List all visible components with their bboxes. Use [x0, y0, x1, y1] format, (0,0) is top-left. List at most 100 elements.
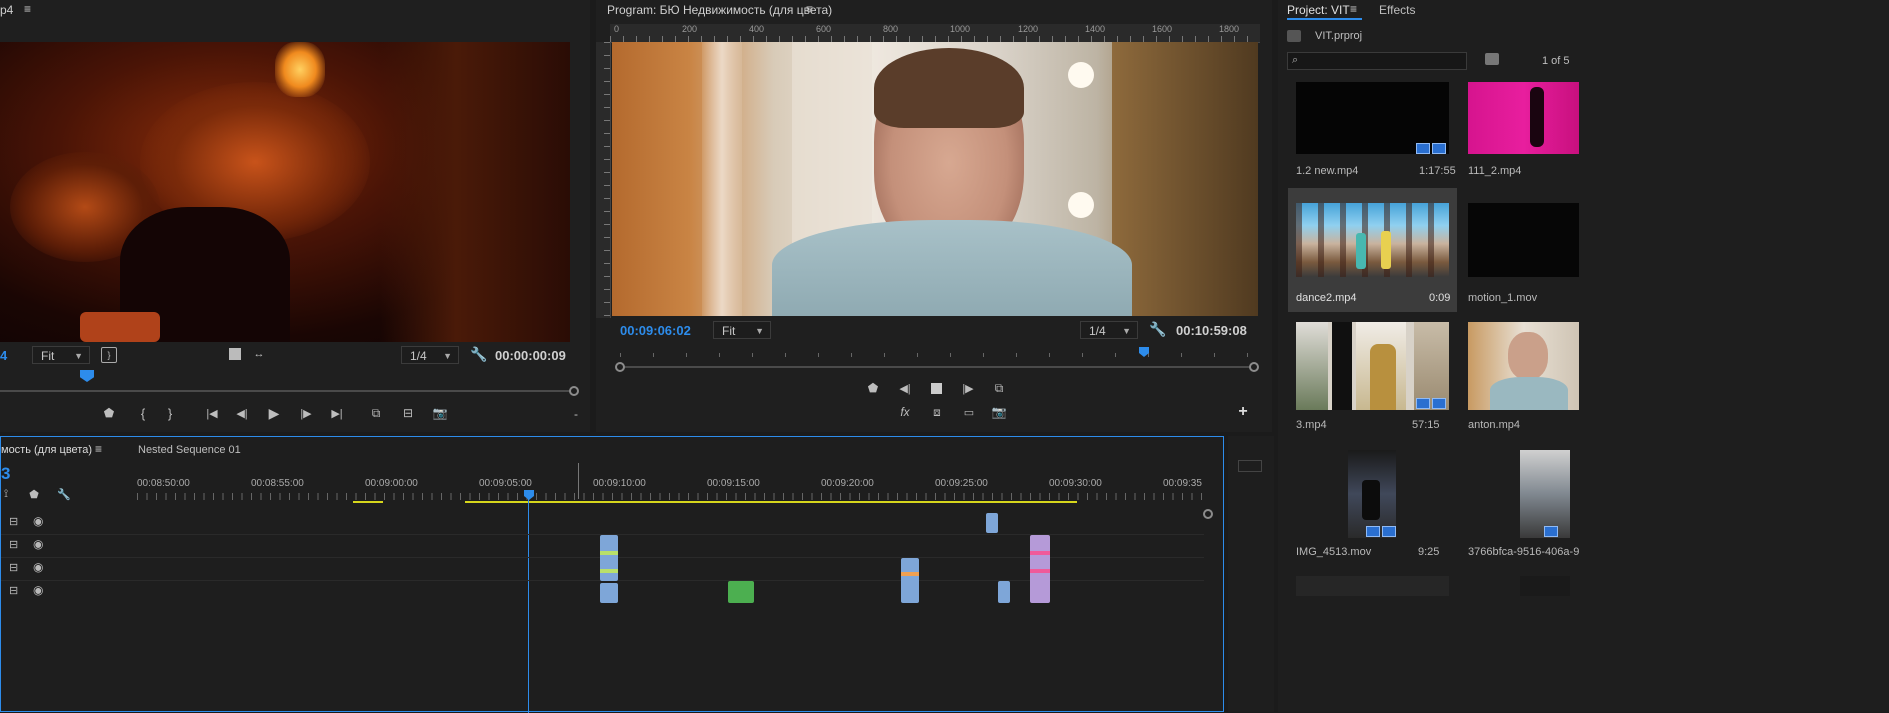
- source-timecode-current[interactable]: 4: [0, 348, 7, 363]
- project-item-duration: 1:17:55: [1419, 165, 1456, 177]
- step-forward-icon[interactable]: |▶: [299, 406, 313, 420]
- proxy-icon[interactable]: ⧈: [930, 405, 944, 419]
- more-icon[interactable]: -: [572, 407, 580, 421]
- eye-icon[interactable]: ◉: [33, 537, 43, 551]
- eye-icon[interactable]: ◉: [33, 514, 43, 528]
- track-header: ⊟ ◉: [1, 581, 129, 603]
- mark-out-icon[interactable]: }: [163, 406, 177, 421]
- timeline-timecode[interactable]: 3: [1, 464, 10, 484]
- source-monitor-panel: p4 ≡ 4 Fit ▼ } ↔ 1/4 ▼ 🔧 00:00:00:09 ⬟ { }…: [0, 0, 590, 432]
- add-button-icon[interactable]: +: [1236, 403, 1250, 420]
- eye-icon[interactable]: ◉: [33, 583, 43, 597]
- insert-icon[interactable]: ⧉: [368, 406, 384, 420]
- program-scroll-handle-left[interactable]: [615, 362, 625, 372]
- new-bin-icon[interactable]: [1485, 53, 1499, 65]
- source-resolution-select[interactable]: 1/4 ▼: [401, 346, 459, 364]
- stop-icon[interactable]: [931, 383, 942, 394]
- tab-nested-sequence[interactable]: Nested Sequence 01: [138, 444, 241, 456]
- play-icon[interactable]: ▶: [266, 405, 282, 421]
- tab-project[interactable]: Project: VIT: [1287, 3, 1350, 17]
- compare-icon[interactable]: ⧉: [991, 381, 1007, 395]
- program-monitor-title[interactable]: Program: БЮ Недвижимость (для цвета): [607, 3, 832, 17]
- clip[interactable]: [600, 535, 618, 581]
- expand-icon[interactable]: ↔: [252, 347, 266, 361]
- panel-menu-icon[interactable]: ≡: [1350, 2, 1357, 16]
- source-mini-ruler[interactable]: [0, 370, 575, 382]
- program-monitor-panel: Program: БЮ Недвижимость (для цвета) ≡ 0…: [596, 0, 1272, 432]
- clip[interactable]: [600, 583, 618, 603]
- wrench-icon[interactable]: 🔧: [1149, 321, 1166, 337]
- clip[interactable]: [986, 513, 998, 533]
- overwrite-icon[interactable]: ⊟: [400, 406, 416, 420]
- wrench-icon[interactable]: 🔧: [470, 346, 487, 362]
- step-forward-icon[interactable]: |▶: [961, 381, 975, 395]
- program-zoom-scrollbar[interactable]: [620, 366, 1256, 368]
- snap-icon[interactable]: ⟟: [1, 488, 11, 500]
- project-item[interactable]: [1296, 322, 1449, 410]
- project-item[interactable]: [1468, 82, 1579, 154]
- work-area-bar[interactable]: [465, 501, 1077, 503]
- go-to-out-icon[interactable]: ▶|: [329, 406, 345, 420]
- mark-in-icon[interactable]: {: [136, 406, 150, 421]
- source-monitor-title[interactable]: p4: [0, 3, 13, 17]
- add-marker-icon[interactable]: ⬟: [866, 381, 880, 395]
- clip[interactable]: [901, 558, 919, 603]
- project-item[interactable]: [1296, 576, 1449, 596]
- panel-menu-icon[interactable]: ≡: [95, 442, 102, 456]
- project-item[interactable]: [1520, 576, 1570, 596]
- project-search-input[interactable]: ⌕: [1287, 52, 1467, 70]
- wrench-icon[interactable]: 🔧: [57, 488, 71, 501]
- source-zoom-select[interactable]: Fit ▼: [32, 346, 90, 364]
- timeline-panel: мость (для цвета) ≡ Nested Sequence 01 3…: [0, 436, 1224, 713]
- program-vertical-ruler: [596, 42, 611, 318]
- toggle-sync-icon[interactable]: ⊟: [9, 584, 18, 597]
- timeline-vertical-scroll-handle[interactable]: [1203, 509, 1213, 519]
- project-item[interactable]: [1296, 203, 1449, 277]
- step-back-icon[interactable]: ◀|: [898, 381, 912, 395]
- step-back-icon[interactable]: ◀|: [235, 406, 249, 420]
- project-panel: Project: VIT ≡ Effects VIT.prproj ⌕ 1 of…: [1278, 0, 1889, 712]
- export-frame-icon[interactable]: 📷: [432, 406, 448, 420]
- vr-video-icon[interactable]: ▭: [960, 405, 978, 419]
- project-item-name: dance2.mp4: [1296, 292, 1357, 304]
- track-header: ⊟ ◉: [1, 512, 129, 535]
- add-marker-icon[interactable]: ⬟: [28, 488, 40, 501]
- work-area-bar[interactable]: [353, 501, 383, 503]
- tab-sequence[interactable]: мость (для цвета): [1, 444, 92, 456]
- program-scroll-handle-right[interactable]: [1249, 362, 1259, 372]
- program-timecode-current[interactable]: 00:09:06:02: [620, 323, 691, 338]
- stop-icon[interactable]: [229, 348, 241, 360]
- project-item-name: 1.2 new.mp4: [1296, 165, 1359, 177]
- clip[interactable]: [998, 581, 1010, 603]
- audio-meter: [1238, 460, 1262, 472]
- project-item[interactable]: [1468, 203, 1579, 277]
- timeline-ruler[interactable]: [137, 493, 1207, 500]
- project-item[interactable]: [1468, 322, 1579, 410]
- tab-effects[interactable]: Effects: [1379, 3, 1415, 17]
- source-video-frame: [0, 42, 570, 342]
- source-zoom-scrollbar[interactable]: [0, 390, 570, 392]
- clip[interactable]: [1030, 535, 1050, 603]
- project-item[interactable]: [1348, 450, 1396, 538]
- program-zoom-select[interactable]: Fit ▼: [713, 321, 771, 339]
- program-mini-ruler[interactable]: [620, 343, 1256, 357]
- clip[interactable]: [728, 581, 754, 603]
- fx-icon[interactable]: fx: [898, 405, 912, 419]
- track-lane[interactable]: [129, 512, 1204, 535]
- go-to-in-icon[interactable]: |◀: [204, 406, 220, 420]
- eye-icon[interactable]: ◉: [33, 560, 43, 574]
- toggle-sync-icon[interactable]: ⊟: [9, 515, 18, 528]
- project-item[interactable]: [1520, 450, 1570, 538]
- add-marker-icon[interactable]: ⬟: [102, 406, 116, 420]
- toggle-sync-icon[interactable]: ⊟: [9, 561, 18, 574]
- project-item-name: IMG_4513.mov: [1296, 546, 1372, 558]
- export-frame-icon[interactable]: 📷: [992, 405, 1007, 419]
- source-scroll-handle[interactable]: [569, 386, 579, 396]
- panel-menu-icon[interactable]: ≡: [806, 2, 813, 16]
- safe-margins-icon[interactable]: }: [101, 347, 117, 363]
- panel-menu-icon[interactable]: ≡: [24, 2, 31, 16]
- program-resolution-select[interactable]: 1/4 ▼: [1080, 321, 1138, 339]
- track-header: ⊟ ◉: [1, 558, 129, 581]
- project-item[interactable]: [1296, 82, 1449, 154]
- toggle-sync-icon[interactable]: ⊟: [9, 538, 18, 551]
